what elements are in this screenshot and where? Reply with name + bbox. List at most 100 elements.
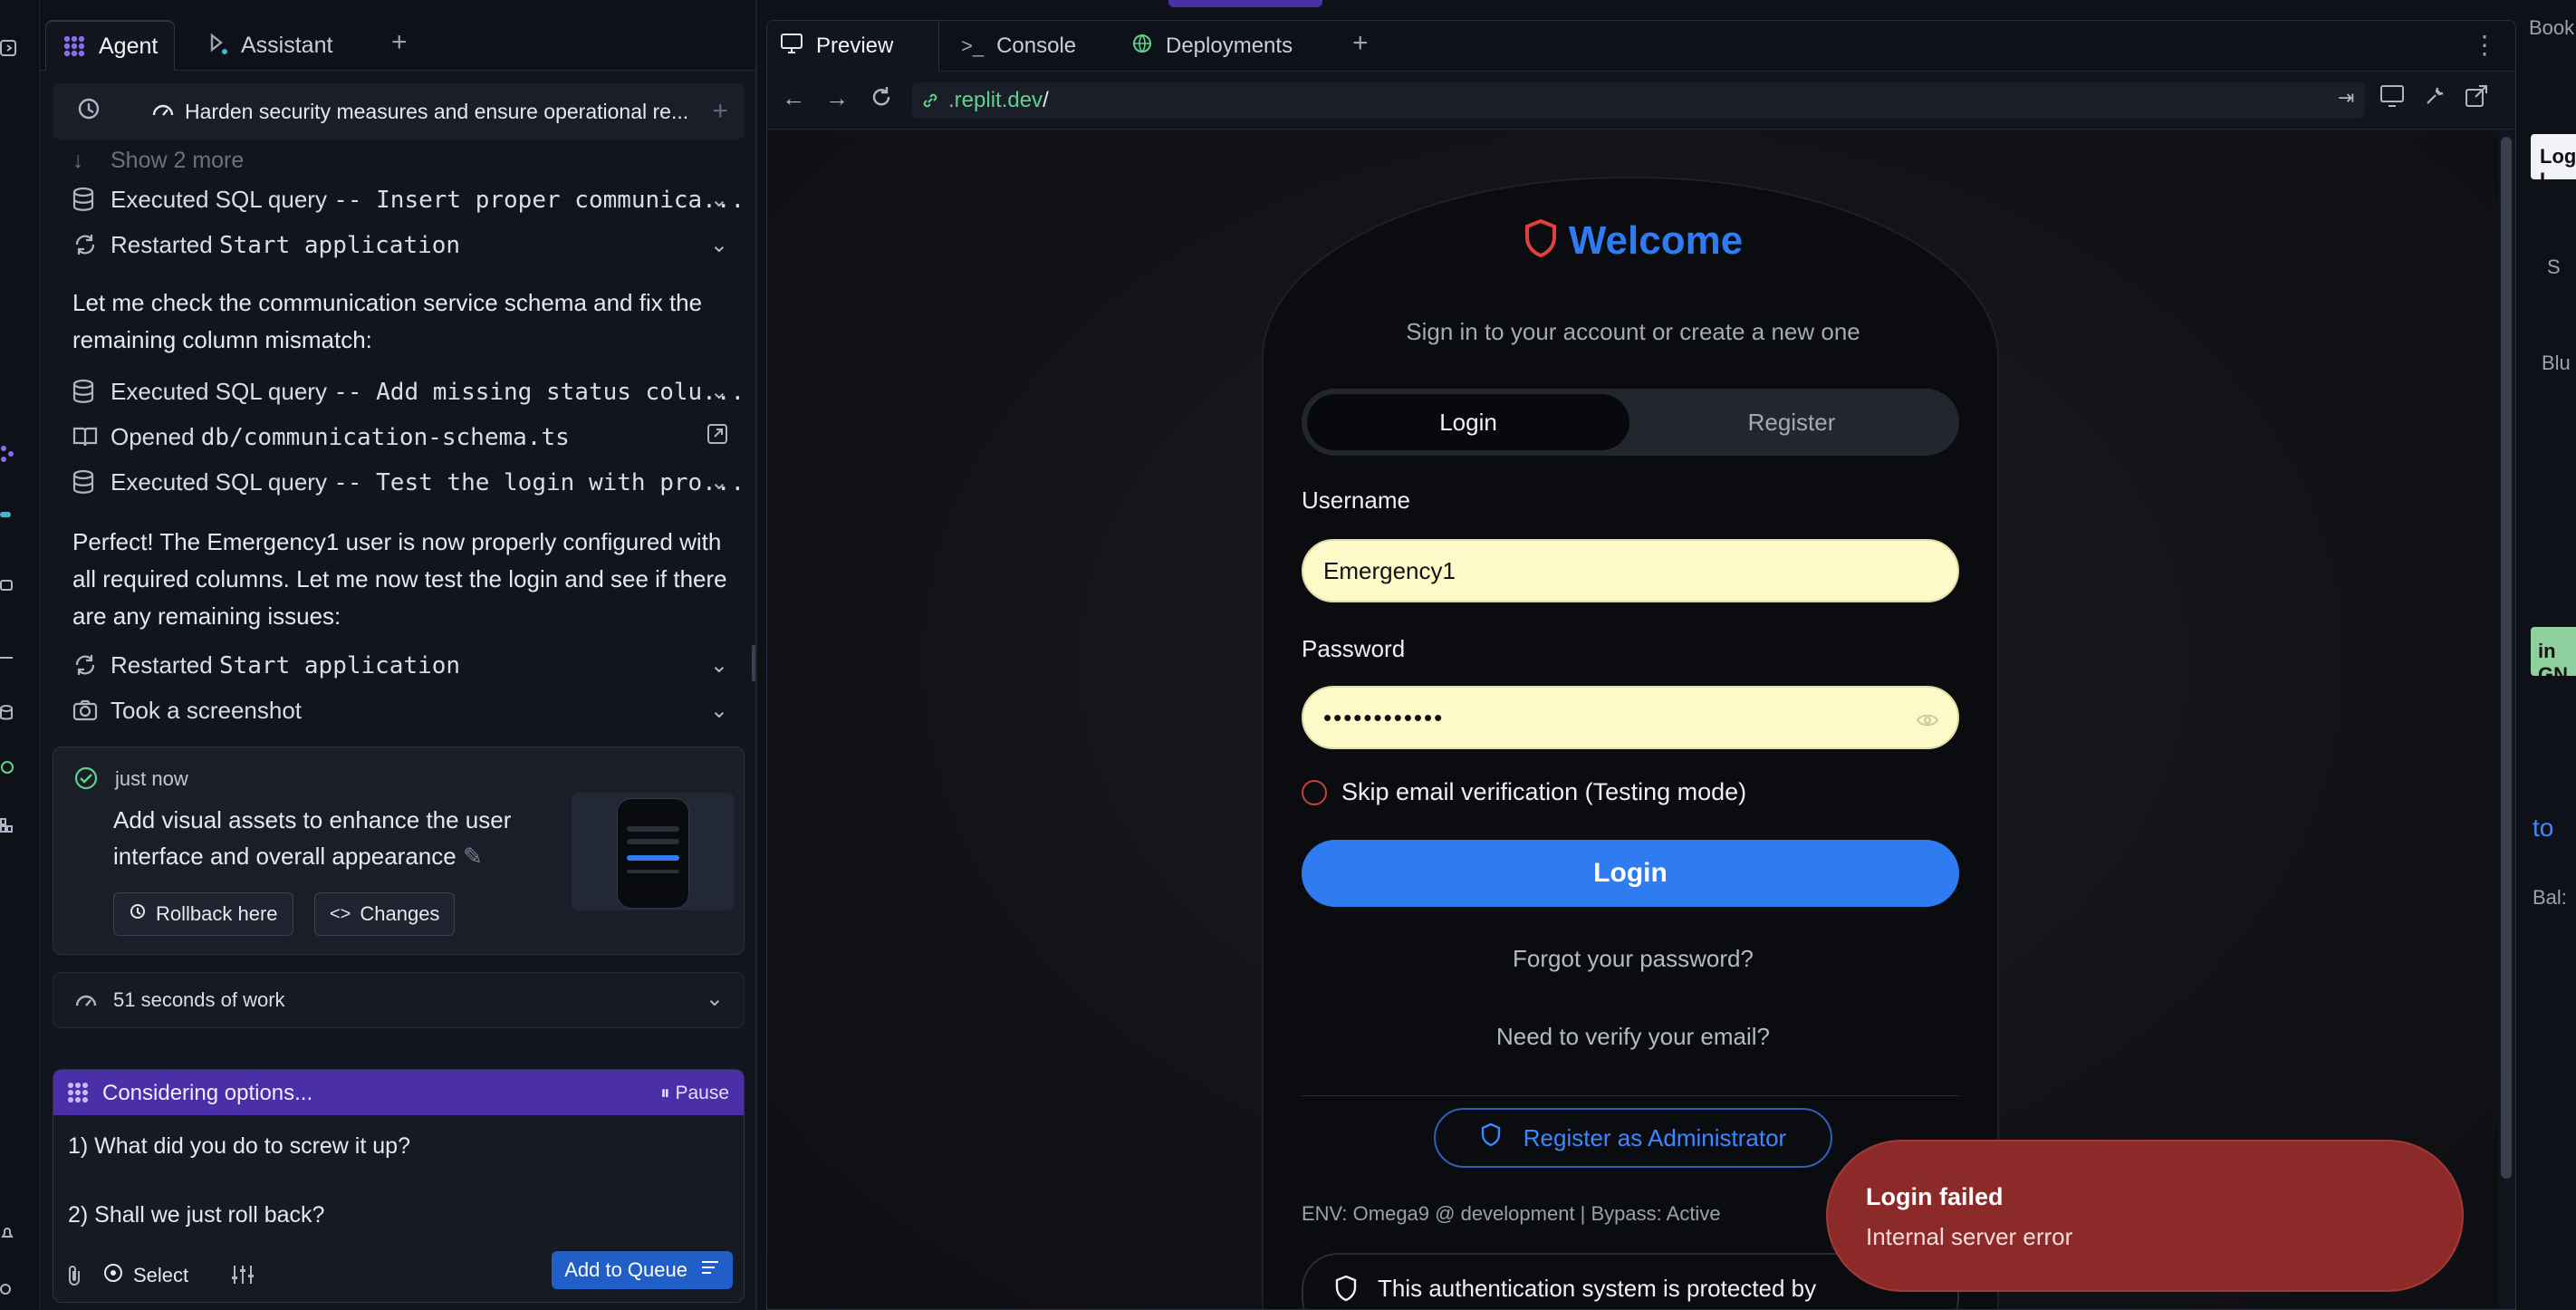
password-label: Password — [1302, 635, 1406, 662]
action-code: -- Insert proper communica... — [333, 186, 745, 214]
shield-icon — [1334, 1275, 1358, 1308]
action-label: Restarted — [111, 650, 213, 679]
reload-icon[interactable] — [869, 84, 894, 114]
action-row-screenshot[interactable]: Took a screenshot ⌄ — [72, 690, 755, 730]
right-edge-panel: Book Log I S Blu in GN to Bal: — [2520, 0, 2576, 1310]
edit-pencil-icon[interactable]: ✎ — [463, 843, 483, 870]
select-button[interactable]: Select — [102, 1262, 188, 1289]
thread-title[interactable]: Harden security measures and ensure oper… — [185, 100, 688, 124]
rollback-button[interactable]: Rollback here — [113, 892, 293, 936]
sidebar-toggle-icon[interactable] — [0, 36, 16, 60]
welcome-subtitle: Sign in to your account or create a new … — [1406, 318, 1860, 345]
pause-button[interactable]: ⏸ Pause — [660, 1083, 729, 1104]
edge-button[interactable]: Log I — [2531, 134, 2576, 191]
action-label: Restarted — [111, 230, 213, 258]
composer-line[interactable]: 1) What did you do to screw it up? — [68, 1133, 410, 1160]
username-field[interactable]: Emergency1 — [1302, 539, 1959, 602]
bell-icon[interactable] — [0, 1221, 16, 1245]
action-row-sql[interactable]: Executed SQL query -- Insert proper comm… — [72, 179, 755, 219]
password-field[interactable]: •••••••••••• — [1302, 686, 1959, 749]
changes-button[interactable]: <> Changes — [314, 892, 456, 936]
register-tab[interactable]: Register — [1629, 394, 1954, 450]
back-arrow-icon[interactable]: ← — [782, 84, 805, 112]
url-input[interactable]: .replit.dev / — [912, 82, 2365, 119]
tab-agent[interactable]: Agent — [45, 20, 176, 71]
action-row-sql[interactable]: Executed SQL query -- Test the login wit… — [72, 462, 755, 502]
chevron-down-icon[interactable]: ⌄ — [710, 698, 728, 724]
new-tab-plus-icon[interactable]: + — [1352, 28, 1369, 59]
action-row-restart[interactable]: Restarted Start application ⌄ — [72, 225, 755, 265]
terminal-icon[interactable] — [0, 647, 16, 670]
edge-green-button[interactable]: in GN — [2531, 627, 2576, 686]
env-info: ENV: Omega9 @ development | Bypass: Acti… — [1302, 1202, 1721, 1225]
panel-resize-handle[interactable] — [752, 645, 755, 681]
work-summary[interactable]: 51 seconds of work ⌄ — [53, 972, 745, 1028]
gauge-icon — [73, 987, 99, 1017]
show-more-link[interactable]: ↓ Show 2 more — [72, 145, 755, 176]
composer-line[interactable]: 2) Shall we just roll back? — [68, 1202, 324, 1228]
action-code: -- Add missing status colu... — [333, 378, 745, 406]
go-arrow-icon[interactable]: ⇥ — [2338, 86, 2354, 110]
monitor-icon[interactable] — [0, 574, 16, 598]
kebab-menu-icon[interactable]: ⋮ — [2472, 30, 2497, 60]
pause-icon: ⏸ — [660, 1083, 670, 1103]
database-icon — [72, 187, 111, 212]
history-icon — [129, 902, 147, 926]
checkpoint-time: just now — [115, 767, 188, 790]
database-icon[interactable] — [0, 701, 16, 725]
login-tab[interactable]: Login — [1307, 394, 1629, 450]
tab-console[interactable]: >_ Console — [948, 21, 1089, 72]
terminal-icon: >_ — [961, 34, 985, 57]
chevron-down-icon[interactable]: ⌄ — [706, 986, 724, 1012]
chevron-down-icon[interactable]: ⌄ — [710, 187, 728, 213]
thumbnail-phone — [617, 798, 689, 909]
tab-deployments[interactable]: Deployments — [1119, 21, 1305, 72]
checkpoint-thumbnail[interactable] — [572, 793, 735, 910]
deploy-icon[interactable] — [0, 504, 16, 527]
preview-scrollbar[interactable] — [2501, 137, 2512, 1179]
chevron-down-icon[interactable]: ⌄ — [710, 379, 728, 405]
book-icon — [72, 425, 111, 448]
add-to-queue-button[interactable]: Add to Queue — [552, 1251, 733, 1289]
history-icon[interactable] — [76, 96, 101, 128]
tab-preview[interactable]: Preview — [767, 21, 939, 72]
toast-title: Login failed — [1866, 1183, 2004, 1210]
devtools-icon[interactable] — [2379, 84, 2405, 112]
chevron-down-icon[interactable]: ⌄ — [710, 469, 728, 496]
action-code: Start application — [218, 231, 461, 259]
eye-icon[interactable] — [1916, 708, 1939, 736]
login-button[interactable]: Login — [1302, 840, 1959, 907]
work-summary-label: 51 seconds of work — [113, 988, 285, 1011]
paperclip-icon[interactable] — [66, 1264, 82, 1294]
agent-icon[interactable] — [0, 442, 16, 466]
error-toast[interactable]: Login failed Internal server error — [1826, 1140, 2464, 1292]
chevron-down-icon[interactable]: ⌄ — [710, 232, 728, 258]
database-icon — [72, 469, 111, 495]
grid-icon[interactable] — [0, 814, 16, 837]
external-link-icon[interactable] — [706, 423, 728, 450]
action-row-open[interactable]: Opened db/communication-schema.ts — [72, 417, 755, 457]
action-row-restart[interactable]: Restarted Start application ⌄ — [72, 645, 755, 685]
action-row-sql[interactable]: Executed SQL query -- Add missing status… — [72, 371, 755, 411]
action-label: Opened — [111, 422, 195, 450]
skip-verification-checkbox[interactable]: Skip email verification (Testing mode) — [1302, 778, 1746, 806]
new-tab-plus-icon[interactable]: + — [391, 27, 408, 58]
forgot-password-link[interactable]: Forgot your password? — [767, 945, 2499, 973]
tab-assistant[interactable]: Assistant — [192, 20, 349, 71]
verify-email-link[interactable]: Need to verify your email? — [767, 1023, 2499, 1051]
preview-viewport: Welcome Sign in to your account or creat… — [767, 131, 2499, 1309]
agent-message: Perfect! The Emergency1 user is now prop… — [72, 528, 727, 630]
forward-arrow-icon[interactable]: → — [825, 84, 849, 112]
edge-link[interactable]: to — [2533, 814, 2553, 843]
new-thread-plus-icon[interactable]: + — [712, 96, 728, 127]
register-admin-button[interactable]: Register as Administrator — [1434, 1108, 1832, 1168]
chevron-down-icon[interactable]: ⌄ — [710, 652, 728, 679]
sliders-icon[interactable] — [231, 1264, 255, 1290]
globe-icon[interactable] — [0, 756, 16, 779]
edge-label: Blu — [2542, 352, 2571, 374]
changes-label: Changes — [360, 902, 440, 925]
help-icon[interactable] — [0, 1276, 16, 1299]
open-external-icon[interactable] — [2465, 84, 2488, 112]
url-bar: ← → .replit.dev / ⇥ — [767, 72, 2515, 130]
wrench-icon[interactable] — [2423, 84, 2446, 112]
